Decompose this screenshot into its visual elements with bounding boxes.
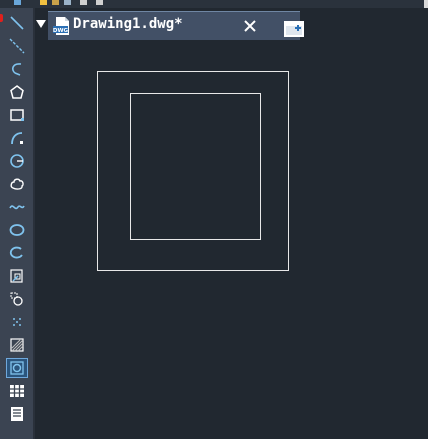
tab-drawing1[interactable]: DWG Drawing1.dwg* [48, 11, 304, 40]
undo-icon[interactable] [80, 0, 87, 5]
construction-line-tool-icon[interactable] [7, 37, 27, 55]
tab-title: Drawing1.dwg* [73, 16, 183, 32]
revision-cloud-tool-icon[interactable] [7, 175, 27, 193]
polygon-tool-icon[interactable] [7, 83, 27, 101]
svg-text:DWG: DWG [53, 28, 69, 34]
new-tab-icon[interactable] [283, 18, 305, 40]
notification-marker [0, 14, 3, 22]
quick-access-strip [0, 0, 428, 8]
arc-tool-icon[interactable] [7, 129, 27, 147]
redo-icon[interactable] [96, 0, 103, 5]
make-block-tool-icon[interactable] [7, 290, 27, 308]
window-edge [424, 0, 428, 8]
table-tool-icon[interactable] [7, 382, 27, 400]
multiline-text-tool-icon[interactable] [7, 405, 27, 423]
drawing-canvas[interactable] [35, 40, 428, 439]
close-icon[interactable] [241, 17, 259, 35]
dwg-file-icon: DWG [53, 17, 69, 35]
open-icon[interactable] [40, 0, 47, 5]
rectangle-tool-icon[interactable] [7, 106, 27, 124]
save-icon[interactable] [52, 0, 59, 5]
triangle-down-icon[interactable] [35, 8, 47, 40]
print-icon[interactable] [64, 0, 71, 5]
draw-toolbar [0, 8, 35, 439]
region-tool-icon[interactable] [6, 358, 28, 378]
document-tab-bar: DWG Drawing1.dwg* [35, 8, 428, 40]
circle-tool-icon[interactable] [7, 152, 27, 170]
inner-rectangle[interactable] [130, 93, 261, 240]
spline-tool-icon[interactable] [7, 198, 27, 216]
point-tool-icon[interactable] [7, 313, 27, 331]
ellipse-tool-icon[interactable] [7, 221, 27, 239]
ellipse-arc-tool-icon[interactable] [7, 244, 27, 262]
line-tool-icon[interactable] [7, 14, 27, 32]
polyline-tool-icon[interactable] [7, 60, 27, 78]
insert-block-tool-icon[interactable] [7, 267, 27, 285]
hatch-tool-icon[interactable] [7, 336, 27, 354]
app-menu-icon[interactable] [14, 0, 21, 5]
